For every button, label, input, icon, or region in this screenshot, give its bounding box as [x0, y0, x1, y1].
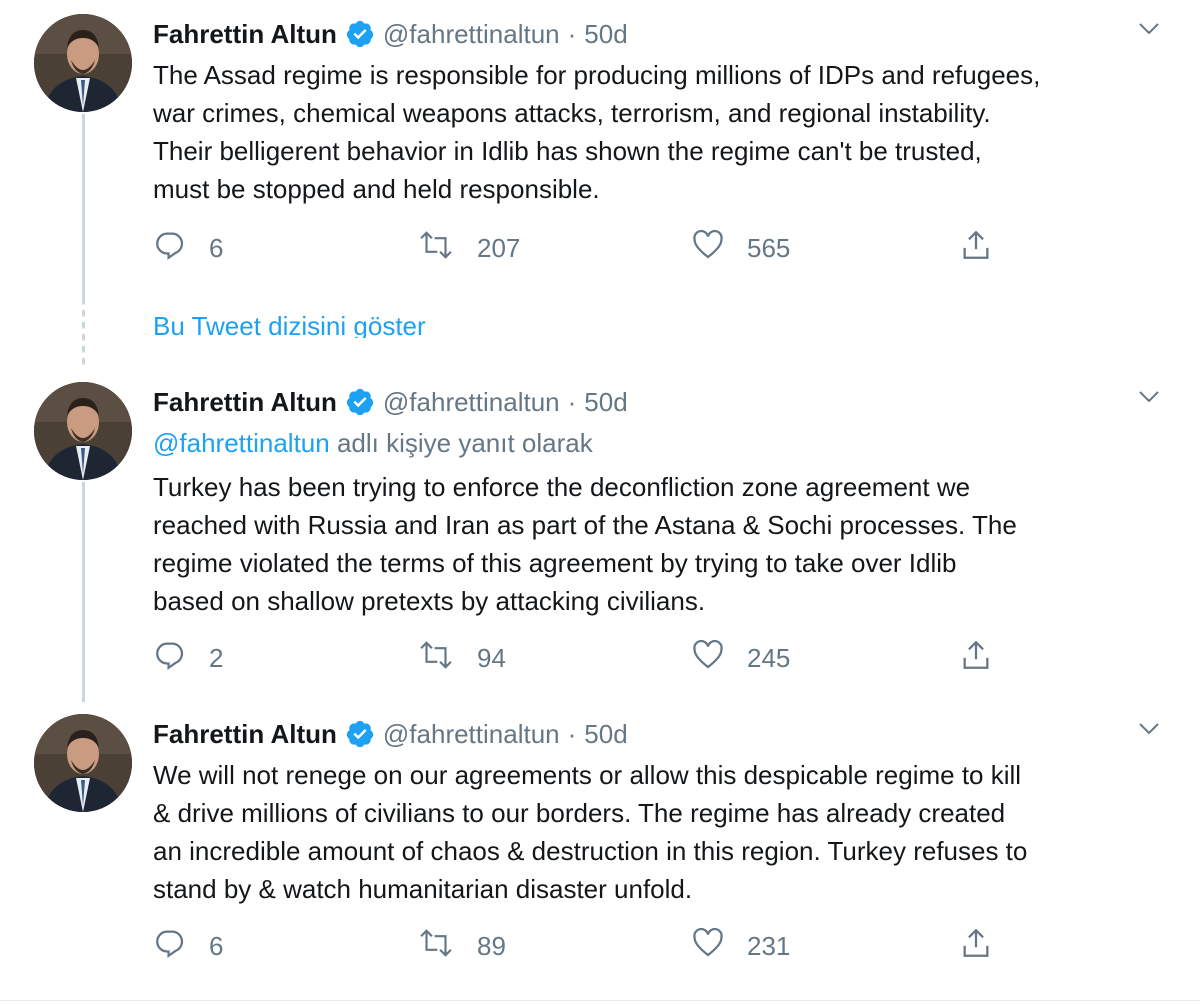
chevron-down-icon[interactable]	[1134, 14, 1164, 44]
tweet-header: Fahrettin Altun @fahrettinaltun · 50d	[153, 16, 628, 52]
tweet-time[interactable]: 50d	[584, 719, 627, 750]
reply-count: 6	[209, 930, 224, 961]
separator-dot: ·	[567, 386, 577, 417]
tweet-header: Fahrettin Altun @fahrettinaltun · 50d	[153, 384, 628, 420]
reply-mention-link[interactable]: @fahrettinaltun	[153, 428, 330, 458]
share-button[interactable]	[959, 926, 1015, 966]
tweet-actions: 6 207 565	[153, 228, 1003, 268]
separator-dot: ·	[567, 18, 577, 49]
tweet-actions: 2 94 245	[153, 638, 1003, 678]
reply-count: 6	[209, 232, 224, 263]
like-count: 231	[747, 930, 791, 961]
user-handle[interactable]: @fahrettinaltun	[383, 19, 560, 50]
heart-icon	[691, 926, 747, 967]
reply-icon	[153, 638, 209, 679]
like-button[interactable]: 245	[691, 638, 790, 678]
retweet-button[interactable]: 89	[417, 926, 506, 966]
user-handle[interactable]: @fahrettinaltun	[383, 387, 560, 418]
reply-icon	[153, 228, 209, 269]
avatar[interactable]	[34, 714, 132, 812]
reply-button[interactable]: 6	[153, 228, 223, 268]
retweet-count: 94	[477, 642, 506, 673]
heart-icon	[691, 228, 747, 269]
tweet-3[interactable]: Fahrettin Altun @fahrettinaltun · 50d We…	[0, 700, 1200, 1006]
retweet-button[interactable]: 94	[417, 638, 506, 678]
reply-count: 2	[209, 642, 224, 673]
tweet-time[interactable]: 50d	[584, 387, 627, 418]
retweet-icon	[417, 228, 477, 269]
share-button[interactable]	[959, 638, 1015, 678]
user-name[interactable]: Fahrettin Altun	[153, 387, 337, 418]
separator-dot: ·	[567, 718, 577, 749]
show-thread-link[interactable]: Bu Tweet dizisini göster	[153, 308, 426, 338]
user-name[interactable]: Fahrettin Altun	[153, 719, 337, 750]
retweet-button[interactable]: 207	[417, 228, 520, 268]
tweet-header: Fahrettin Altun @fahrettinaltun · 50d	[153, 716, 628, 752]
tweet-actions: 6 89 231	[153, 926, 1003, 966]
tweet-text: The Assad regime is responsible for prod…	[153, 60, 1041, 204]
retweet-icon	[417, 638, 477, 679]
tweet-1[interactable]: Fahrettin Altun @fahrettinaltun · 50d Th…	[0, 0, 1200, 300]
share-button[interactable]	[959, 228, 1015, 268]
verified-badge-icon	[345, 719, 375, 749]
chevron-down-icon[interactable]	[1134, 382, 1164, 412]
share-icon	[959, 228, 1015, 269]
tweet-time[interactable]: 50d	[584, 19, 627, 50]
user-name[interactable]: Fahrettin Altun	[153, 19, 337, 50]
thread-line	[82, 482, 85, 702]
retweet-icon	[417, 926, 477, 967]
like-button[interactable]: 565	[691, 228, 790, 268]
reply-button[interactable]: 2	[153, 638, 223, 678]
verified-badge-icon	[345, 19, 375, 49]
like-button[interactable]: 231	[691, 926, 790, 966]
verified-badge-icon	[345, 387, 375, 417]
tweet-text: Turkey has been trying to enforce the de…	[153, 472, 1017, 616]
like-count: 245	[747, 642, 791, 673]
tweet-text: We will not renege on our agreements or …	[153, 760, 1028, 904]
reply-icon	[153, 926, 209, 967]
chevron-down-icon[interactable]	[1134, 714, 1164, 744]
avatar[interactable]	[34, 382, 132, 480]
heart-icon	[691, 638, 747, 679]
reply-context-text: adlı kişiye yanıt olarak	[329, 428, 593, 458]
retweet-count: 89	[477, 930, 506, 961]
share-icon	[959, 926, 1015, 967]
retweet-count: 207	[477, 232, 521, 263]
tweet-2[interactable]: Fahrettin Altun @fahrettinaltun · 50d @f…	[0, 368, 1200, 702]
thread-line	[82, 114, 85, 298]
bottom-divider	[0, 1000, 1200, 1001]
like-count: 565	[747, 232, 791, 263]
avatar[interactable]	[34, 14, 132, 112]
share-icon	[959, 638, 1015, 679]
reply-context: @fahrettinaltun adlı kişiye yanıt olarak	[153, 428, 593, 459]
thread-dotted-line	[82, 298, 85, 368]
user-handle[interactable]: @fahrettinaltun	[383, 719, 560, 750]
reply-button[interactable]: 6	[153, 926, 223, 966]
